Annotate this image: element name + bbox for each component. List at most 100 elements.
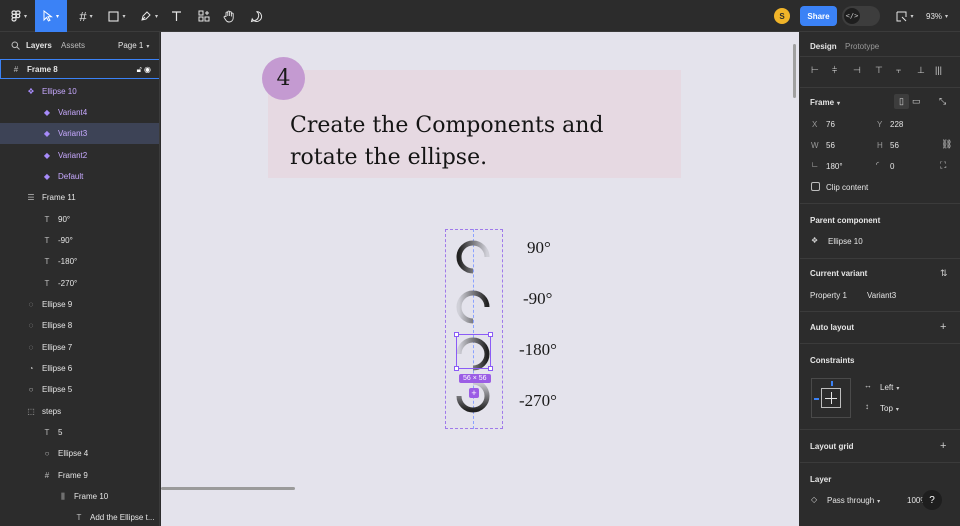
layer-row[interactable]: T -270° xyxy=(0,273,159,294)
w-input[interactable]: 56 xyxy=(826,141,835,150)
zoom-control[interactable]: 93% ▾ xyxy=(926,0,948,32)
rotation-input[interactable]: 180° xyxy=(826,162,843,171)
align-top-icon[interactable]: ⊤ xyxy=(875,65,883,76)
layer-row[interactable]: ◌ Ellipse 9 xyxy=(0,294,159,315)
text-icon: T xyxy=(76,513,82,522)
frame-section-label[interactable]: Frame ▾ xyxy=(810,98,840,107)
tab-design[interactable]: Design xyxy=(810,42,837,51)
dev-mode-toggle[interactable]: </> xyxy=(842,6,880,26)
frame-tool-button[interactable]: # ▾ xyxy=(73,0,99,32)
layer-row[interactable]: ○ Ellipse 5 xyxy=(0,379,159,400)
layer-row[interactable]: ◔ Ellipse 6 xyxy=(0,358,159,379)
search-icon[interactable] xyxy=(11,41,20,52)
layer-row[interactable]: ❖ Ellipse 10 xyxy=(0,81,159,102)
horizontal-constraint-select[interactable]: Left ▾ xyxy=(880,383,899,392)
align-right-icon[interactable]: ⊣ xyxy=(853,65,861,76)
add-layout-grid-icon[interactable]: + xyxy=(940,440,946,452)
layer-row[interactable]: T 90° xyxy=(0,209,159,230)
text-tool-button[interactable] xyxy=(167,0,185,32)
vertical-scrollbar[interactable] xyxy=(793,44,796,98)
blend-mode-select[interactable]: Pass through ▾ xyxy=(827,496,880,505)
layer-row-selected[interactable]: ◆ Variant3 xyxy=(0,123,159,144)
h-input[interactable]: 56 xyxy=(890,141,899,150)
tab-layers[interactable]: Layers xyxy=(26,41,52,50)
align-center-h-icon[interactable]: ⫩ xyxy=(832,65,837,76)
property-value-select[interactable]: Variant3 xyxy=(867,291,896,300)
main-menu-button[interactable]: ▾ xyxy=(6,0,32,32)
independent-corners-icon[interactable]: ⛶ xyxy=(940,160,946,171)
shape-tool-button[interactable]: ▾ xyxy=(104,0,130,32)
layer-label: -270° xyxy=(58,279,78,288)
play-icon xyxy=(896,11,907,21)
y-input[interactable]: 228 xyxy=(890,120,903,129)
instruction-title: Create the Components and rotate the ell… xyxy=(290,113,604,170)
layer-row[interactable]: ◆ Variant4 xyxy=(0,102,159,123)
portrait-icon[interactable]: ▯ xyxy=(894,94,909,109)
add-variant-button[interactable]: + xyxy=(469,388,479,398)
comment-tool-button[interactable] xyxy=(247,0,265,32)
layer-row[interactable]: ◆ Default xyxy=(0,166,159,187)
resources-button[interactable] xyxy=(195,0,213,32)
tab-prototype[interactable]: Prototype xyxy=(845,42,879,51)
user-avatar[interactable]: S xyxy=(774,8,790,24)
layer-row[interactable]: T -90° xyxy=(0,230,159,251)
constrain-proportions-icon[interactable]: ⛓︎ xyxy=(941,139,952,150)
layer-row[interactable]: # Frame 9 xyxy=(0,465,159,486)
tab-assets[interactable]: Assets xyxy=(61,41,85,50)
add-auto-layout-icon[interactable]: + xyxy=(940,321,946,333)
ellipse-icon: ○ xyxy=(44,449,50,458)
parent-component-link[interactable]: Ellipse 10 xyxy=(828,237,863,246)
landscape-icon[interactable]: ▭ xyxy=(912,96,921,107)
layer-row[interactable]: T 5 xyxy=(0,422,159,443)
constraints-widget[interactable] xyxy=(811,378,851,418)
resize-handle[interactable] xyxy=(488,366,493,371)
design-canvas[interactable]: 4 Create the Components and rotate the e… xyxy=(161,32,799,526)
chevron-down-icon: ▾ xyxy=(910,13,914,20)
text-icon: T xyxy=(44,215,50,224)
layer-row[interactable]: # Frame 8 🔓︎ ◉ xyxy=(0,59,159,79)
layer-row[interactable]: T Add the Ellipse t... xyxy=(0,507,159,526)
resize-to-fit-icon[interactable]: ⤡ xyxy=(939,96,946,107)
variant-settings-icon[interactable]: ⇅ xyxy=(940,268,948,279)
layer-row[interactable]: ◆ Variant2 xyxy=(0,145,159,166)
move-tool-button[interactable]: ▾ xyxy=(35,0,67,32)
radius-input[interactable]: 0 xyxy=(890,162,894,171)
clip-content-checkbox[interactable] xyxy=(811,182,820,191)
ellipse-variant-minus-90[interactable] xyxy=(456,290,490,324)
layer-row[interactable]: T -180° xyxy=(0,251,159,272)
x-input[interactable]: 76 xyxy=(826,120,835,129)
resize-handle[interactable] xyxy=(454,366,459,371)
layer-row[interactable]: ◌ Ellipse 8 xyxy=(0,315,159,336)
design-panel: Design Prototype ⊢ ⫩ ⊣ ⊤ ⫟ ⊥ ||| Frame ▾ … xyxy=(800,32,960,526)
ellipse-icon: ○ xyxy=(28,385,34,394)
text-icon xyxy=(171,11,181,21)
layer-row[interactable]: ⬚ steps xyxy=(0,401,159,422)
layer-row[interactable]: ☰ Frame 11 xyxy=(0,187,159,208)
hand-tool-button[interactable] xyxy=(220,0,238,32)
align-center-v-icon[interactable]: ⫟ xyxy=(896,65,901,76)
layer-label: steps xyxy=(42,407,62,416)
help-button[interactable]: ? xyxy=(922,490,942,510)
align-left-icon[interactable]: ⊢ xyxy=(811,65,819,76)
resize-handle[interactable] xyxy=(454,332,459,337)
layer-label: Ellipse 6 xyxy=(42,364,73,373)
resize-handle[interactable] xyxy=(488,332,493,337)
layer-label: Variant2 xyxy=(58,151,88,160)
present-button[interactable]: ▾ xyxy=(894,0,916,32)
share-button[interactable]: Share xyxy=(800,6,837,26)
align-bottom-icon[interactable]: ⊥ xyxy=(917,65,925,76)
pen-tool-button[interactable]: ▾ xyxy=(136,0,162,32)
rotation-icon: ∟ xyxy=(811,160,819,169)
vertical-constraint-select[interactable]: Top ▾ xyxy=(880,404,899,413)
horizontal-scrollbar[interactable] xyxy=(161,487,295,490)
layer-row[interactable]: ◌ Ellipse 7 xyxy=(0,337,159,358)
layer-row[interactable]: ⫼ Frame 10 xyxy=(0,486,159,507)
layer-row[interactable]: ○ Ellipse 4 xyxy=(0,443,159,464)
page-selector[interactable]: Page 1 ▾ xyxy=(118,41,149,50)
ellipse-variant-90[interactable] xyxy=(456,240,490,274)
lock-visibility-icons[interactable]: 🔓︎ ◉ xyxy=(137,65,151,75)
y-label: Y xyxy=(877,120,883,129)
selected-variant-box[interactable] xyxy=(456,334,491,369)
layers-panel: Layers Assets Page 1 ▾ # Frame 8 🔓︎ ◉ ❖ E… xyxy=(0,32,160,526)
distribute-icon[interactable]: ||| xyxy=(935,65,942,75)
